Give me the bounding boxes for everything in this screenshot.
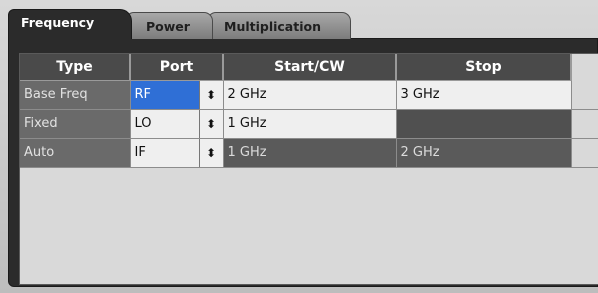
table-row: Fixed LO ⬍ 1 GHz (20, 109, 598, 139)
tab-bar: Multiplication Power Frequency (8, 9, 598, 39)
header-start-cw: Start/CW (223, 54, 397, 81)
start-cw-cell[interactable]: 1 GHz (223, 109, 397, 139)
port-select[interactable]: RF ⬍ (130, 80, 223, 109)
port-value: LO (134, 116, 152, 131)
row-filler (571, 80, 598, 110)
table-row: Auto IF ⬍ 1 GHz 2 GHz (20, 138, 598, 168)
table-container: Type Port Start/CW Stop Base Freq RF ⬍ 2… (19, 53, 598, 285)
row-filler (571, 109, 598, 139)
type-cell: Base Freq (20, 80, 131, 110)
header-type: Type (20, 54, 131, 81)
type-cell: Auto (20, 138, 131, 168)
tab-multiplication[interactable]: Multiplication (207, 12, 351, 39)
spin-arrows-icon[interactable]: ⬍ (198, 138, 223, 167)
dialog-frame: Multiplication Power Frequency Type Port… (0, 0, 598, 293)
table-row: Base Freq RF ⬍ 2 GHz 3 GHz (20, 80, 598, 110)
tab-frequency[interactable]: Frequency (8, 9, 132, 39)
tab-power[interactable]: Power (125, 12, 213, 39)
port-cell[interactable]: IF ⬍ (130, 138, 224, 168)
stop-cell: 2 GHz (396, 138, 572, 168)
start-cw-cell: 1 GHz (223, 138, 397, 168)
stop-cell[interactable]: 3 GHz (396, 80, 572, 110)
port-value: RF (134, 87, 152, 102)
port-cell[interactable]: RF ⬍ (130, 80, 224, 110)
row-filler (571, 138, 598, 168)
port-select[interactable]: IF ⬍ (131, 138, 223, 167)
header-filler (571, 54, 598, 80)
spin-arrows-icon[interactable]: ⬍ (198, 109, 223, 138)
header-port: Port (130, 54, 224, 81)
table-header-row: Type Port Start/CW Stop (20, 54, 598, 81)
port-value: IF (134, 145, 146, 160)
spin-arrows-icon[interactable]: ⬍ (198, 80, 223, 109)
port-select[interactable]: LO ⬍ (131, 109, 223, 138)
start-cw-cell[interactable]: 2 GHz (223, 80, 397, 110)
frequency-table: Type Port Start/CW Stop Base Freq RF ⬍ 2… (20, 54, 598, 168)
port-cell[interactable]: LO ⬍ (130, 109, 224, 139)
type-cell: Fixed (20, 109, 131, 139)
header-stop: Stop (396, 54, 572, 81)
stop-cell (396, 109, 572, 139)
tab-panel: Type Port Start/CW Stop Base Freq RF ⬍ 2… (8, 38, 598, 287)
